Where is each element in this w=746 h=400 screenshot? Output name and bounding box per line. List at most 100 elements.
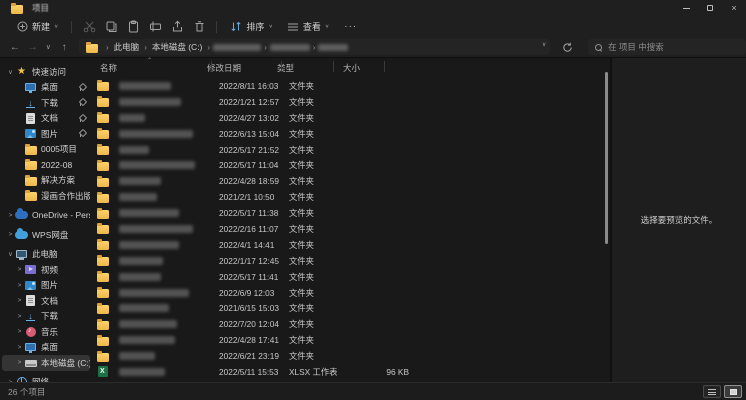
scrollbar[interactable] bbox=[605, 72, 608, 302]
expand-chevron-icon[interactable]: > bbox=[15, 313, 24, 320]
file-row[interactable]: 2022/5/17 21:52文件夹 bbox=[92, 142, 604, 158]
breadcrumb-separator-icon: › bbox=[103, 43, 112, 52]
file-row[interactable]: 2022/6/9 12:03文件夹 bbox=[92, 285, 604, 301]
file-row[interactable]: 2022/1/21 12:57文件夹 bbox=[92, 94, 604, 110]
cut-button[interactable] bbox=[78, 18, 100, 36]
column-size[interactable]: 大小 bbox=[339, 62, 379, 74]
file-row[interactable]: 2022/1/17 12:45文件夹 bbox=[92, 253, 604, 269]
minimize-button[interactable] bbox=[674, 0, 698, 16]
sidebar-item-音乐[interactable]: >音乐 bbox=[2, 324, 90, 340]
share-button[interactable] bbox=[166, 18, 188, 36]
expand-chevron-icon[interactable]: > bbox=[15, 297, 24, 304]
new-icon bbox=[17, 21, 28, 32]
sidebar-item-文档[interactable]: >文档 bbox=[2, 293, 90, 309]
expand-chevron-icon[interactable]: ∨ bbox=[6, 68, 15, 76]
sidebar-item-图片[interactable]: >图片 bbox=[2, 278, 90, 294]
sidebar-item-WPS网盘[interactable]: >WPS网盘 bbox=[2, 227, 90, 243]
expand-chevron-icon[interactable]: > bbox=[6, 212, 15, 219]
sidebar-item-label: 文档 bbox=[41, 112, 58, 124]
column-separator[interactable] bbox=[281, 61, 282, 72]
sidebar-item-文档[interactable]: 文档 bbox=[2, 111, 90, 127]
expand-chevron-icon[interactable]: ∨ bbox=[6, 250, 15, 258]
rename-button[interactable] bbox=[144, 18, 166, 36]
column-type[interactable]: 类型 bbox=[273, 62, 339, 74]
expand-chevron-icon[interactable]: > bbox=[15, 359, 24, 366]
expand-chevron-icon[interactable]: > bbox=[6, 231, 15, 238]
file-row[interactable]: 2022/6/21 23:19文件夹 bbox=[92, 348, 604, 364]
file-row[interactable]: 2022/6/13 15:04文件夹 bbox=[92, 126, 604, 142]
sidebar-item-OneDrive---Persona[interactable]: >OneDrive - Persona bbox=[2, 208, 90, 224]
breadcrumb-item-censored[interactable] bbox=[270, 44, 310, 51]
paste-button[interactable] bbox=[122, 18, 144, 36]
sort-button[interactable]: 排序 ∨ bbox=[223, 18, 279, 36]
file-name-censored bbox=[119, 273, 161, 281]
refresh-button[interactable] bbox=[558, 39, 576, 55]
file-row[interactable]: 2022/4/27 13:02文件夹 bbox=[92, 110, 604, 126]
delete-button[interactable] bbox=[188, 18, 210, 36]
sidebar-item-label: 桌面 bbox=[41, 341, 58, 353]
view-button[interactable]: 查看 ∨ bbox=[280, 18, 336, 36]
file-row[interactable]: 2022/8/11 16:03文件夹 bbox=[92, 78, 604, 94]
breadcrumb[interactable]: ›此电脑›本地磁盘 (C:)››› ∨ bbox=[79, 39, 550, 55]
close-button[interactable]: × bbox=[722, 0, 746, 16]
sidebar-item-2022-08[interactable]: 2022-08 bbox=[2, 157, 90, 173]
back-button[interactable]: ← bbox=[6, 39, 24, 55]
sidebar-item-下载[interactable]: ↓下载 bbox=[2, 95, 90, 111]
search-input[interactable]: 在 项目 中搜索 bbox=[588, 39, 746, 55]
file-row[interactable]: 2022/5/17 11:38文件夹 bbox=[92, 205, 604, 221]
address-dropdown-icon[interactable]: ∨ bbox=[542, 41, 546, 48]
sidebar-item-桌面[interactable]: > 桌面 bbox=[2, 340, 90, 356]
file-row[interactable]: 2022/5/17 11:04文件夹 bbox=[92, 157, 604, 173]
file-name-censored bbox=[119, 193, 157, 201]
expand-chevron-icon[interactable]: > bbox=[15, 266, 24, 273]
file-row[interactable]: 2022/2/16 11:07文件夹 bbox=[92, 221, 604, 237]
expand-chevron-icon[interactable]: > bbox=[15, 282, 24, 289]
breadcrumb-item[interactable]: 本地磁盘 (C:) bbox=[150, 42, 205, 52]
folder-icon bbox=[96, 175, 109, 187]
up-button[interactable]: ↑ bbox=[55, 39, 73, 55]
sidebar-item-图片[interactable]: 图片 bbox=[2, 126, 90, 142]
column-separator[interactable] bbox=[333, 61, 334, 72]
file-row[interactable]: 2022/4/28 17:41文件夹 bbox=[92, 332, 604, 348]
column-separator[interactable] bbox=[384, 61, 385, 72]
sidebar-item-解决方案[interactable]: 解决方案 bbox=[2, 173, 90, 189]
file-row[interactable]: 2022/4/1 14:41文件夹 bbox=[92, 237, 604, 253]
breadcrumb-item[interactable]: 此电脑 bbox=[112, 42, 142, 52]
sidebar-item-下载[interactable]: >↓下载 bbox=[2, 309, 90, 325]
sidebar-item-快速访问[interactable]: ∨★快速访问 bbox=[2, 64, 90, 80]
scrollbar-thumb[interactable] bbox=[605, 72, 608, 244]
sidebar-item-视频[interactable]: >视频 bbox=[2, 262, 90, 278]
chevron-down-icon: ∨ bbox=[325, 24, 329, 30]
explorer-tab[interactable]: 项目 bbox=[0, 0, 59, 16]
file-row[interactable]: 2022/5/11 15:53XLSX 工作表96 KB bbox=[92, 364, 604, 380]
column-separator[interactable] bbox=[211, 61, 212, 72]
sidebar-item-桌面[interactable]: 桌面 bbox=[2, 80, 90, 96]
large-icons-view-button[interactable] bbox=[724, 385, 742, 398]
details-view-button[interactable] bbox=[703, 385, 721, 398]
new-button[interactable]: 新建 ∨ bbox=[10, 18, 65, 36]
forward-button[interactable]: → bbox=[24, 39, 42, 55]
file-row[interactable]: 2021/6/15 15:03文件夹 bbox=[92, 300, 604, 316]
file-row[interactable]: 2021/2/1 10:50文件夹 bbox=[92, 189, 604, 205]
file-row[interactable]: 2022/4/28 18:59文件夹 bbox=[92, 173, 604, 189]
file-type-cell: 文件夹 bbox=[285, 334, 351, 346]
file-row[interactable]: 2022/7/20 12:04文件夹 bbox=[92, 316, 604, 332]
recent-locations-button[interactable]: ∨ bbox=[41, 39, 55, 55]
expand-chevron-icon[interactable]: > bbox=[15, 344, 24, 351]
copy-button[interactable] bbox=[100, 18, 122, 36]
breadcrumb-item-censored[interactable] bbox=[318, 44, 348, 51]
sidebar-item-漫画合作出版[interactable]: 漫画合作出版 bbox=[2, 188, 90, 204]
file-name-censored bbox=[119, 177, 161, 185]
more-options-button[interactable]: ··· bbox=[344, 21, 357, 32]
sidebar-item-此电脑[interactable]: ∨此电脑 bbox=[2, 247, 90, 263]
sidebar-item-label: 桌面 bbox=[41, 81, 58, 93]
maximize-button[interactable] bbox=[698, 0, 722, 16]
sidebar-item-本地磁盘-(C:)[interactable]: > 本地磁盘 (C:) bbox=[2, 355, 90, 371]
sidebar-item-label: 本地磁盘 (C:) bbox=[41, 357, 90, 369]
file-row[interactable]: 2022/5/17 11:41文件夹 bbox=[92, 269, 604, 285]
column-date-modified[interactable]: 修改日期 bbox=[203, 62, 273, 74]
sidebar-item-网络[interactable]: >网络 bbox=[2, 375, 90, 383]
sidebar-item-0005项目[interactable]: 0005项目 bbox=[2, 142, 90, 158]
breadcrumb-item-censored[interactable] bbox=[213, 44, 261, 51]
expand-chevron-icon[interactable]: > bbox=[15, 328, 24, 335]
